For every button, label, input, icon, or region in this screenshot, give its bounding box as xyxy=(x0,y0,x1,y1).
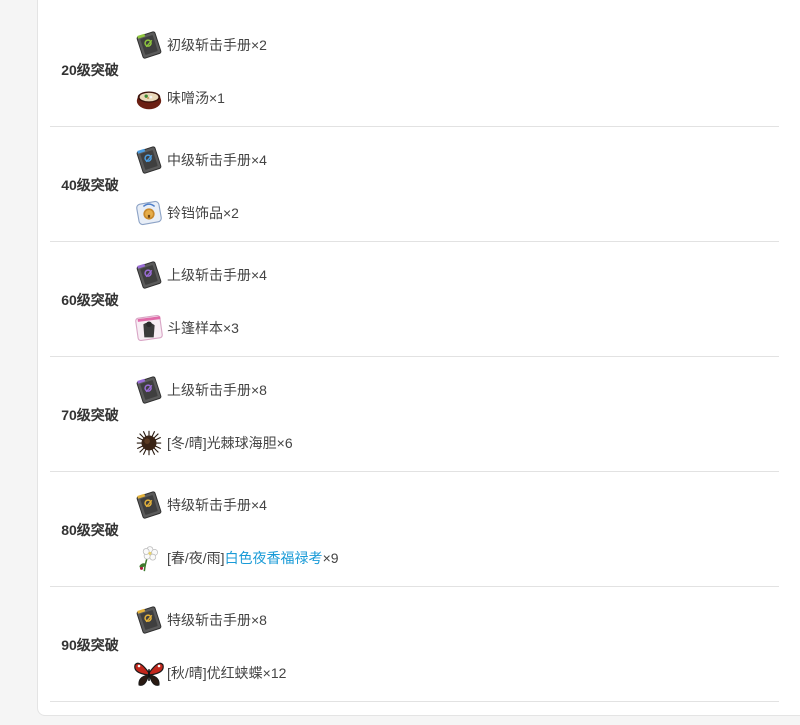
table-row: 80级突破 特级斩击手册×4 [春/夜/雨] 白色夜香福禄考 ×9 xyxy=(50,472,779,587)
ascension-level-label: 70级突破 xyxy=(61,406,119,423)
sea-urchin-icon xyxy=(133,427,165,459)
table-row: 70级突破 上级斩击手册×8 [冬/晴]光棘球海胆×6 xyxy=(50,357,779,472)
special-blade-manual-icon xyxy=(133,604,165,636)
material-wiki-link[interactable]: 白色夜香福禄考 xyxy=(225,548,323,568)
material-item[interactable]: 初级斩击手册×2 xyxy=(133,28,267,62)
material-list: 初级斩击手册×2 味噌汤×1 xyxy=(133,12,779,127)
material-name: 铃铛饰品×2 xyxy=(167,205,239,221)
ascension-level-label: 20级突破 xyxy=(61,61,119,78)
ascension-level-label: 90级突破 xyxy=(61,636,119,653)
table-row: 90级突破 特级斩击手册×8 [秋/晴]优红蛱蝶×12 xyxy=(50,587,779,702)
material-name: [秋/晴]优红蛱蝶×12 xyxy=(167,665,287,681)
material-item[interactable]: 特级斩击手册×8 xyxy=(133,603,267,637)
material-item[interactable]: 上级斩击手册×8 xyxy=(133,373,267,407)
ascension-level-label: 80级突破 xyxy=(61,521,119,538)
advanced-blade-manual-icon xyxy=(133,374,165,406)
material-item[interactable]: [秋/晴]优红蛱蝶×12 xyxy=(133,656,286,690)
material-name: 特级斩击手册×8 xyxy=(167,612,267,628)
material-quantity: ×9 xyxy=(322,550,339,566)
bell-ornament-icon xyxy=(133,197,165,229)
material-name: 味噌汤×1 xyxy=(167,90,225,106)
material-item[interactable]: 味噌汤×1 xyxy=(133,81,225,115)
ascension-level-label: 60级突破 xyxy=(61,291,119,308)
material-name: 上级斩击手册×4 xyxy=(167,267,267,283)
advanced-blade-manual-icon xyxy=(133,259,165,291)
table-row: 20级突破 初级斩击手册×2 味噌汤×1 xyxy=(50,12,779,127)
material-item[interactable]: 中级斩击手册×4 xyxy=(133,143,267,177)
material-name: 初级斩击手册×2 xyxy=(167,37,267,53)
ascension-materials-table: 20级突破 初级斩击手册×2 味噌汤×1 40级突破 中级斩击手册×4 铃铛饰品… xyxy=(50,12,779,702)
material-name-prefix: [春/夜/雨] xyxy=(167,550,225,566)
material-list: 上级斩击手册×8 [冬/晴]光棘球海胆×6 xyxy=(133,357,779,472)
butterfly-icon xyxy=(133,657,165,689)
material-list: 特级斩击手册×8 [秋/晴]优红蛱蝶×12 xyxy=(133,587,779,702)
material-item[interactable]: 上级斩击手册×4 xyxy=(133,258,267,292)
material-name: 中级斩击手册×4 xyxy=(167,152,267,168)
beginner-blade-manual-icon xyxy=(133,29,165,61)
material-list: 上级斩击手册×4 斗篷样本×3 xyxy=(133,242,779,357)
material-item[interactable]: [冬/晴]光棘球海胆×6 xyxy=(133,426,293,460)
material-name: 特级斩击手册×4 xyxy=(167,497,267,513)
cloak-sample-icon xyxy=(133,312,165,344)
white-flower-icon xyxy=(133,542,165,574)
ascension-level-label: 40级突破 xyxy=(61,176,119,193)
material-item[interactable]: 特级斩击手册×4 xyxy=(133,488,267,522)
table-row: 60级突破 上级斩击手册×4 斗篷样本×3 xyxy=(50,242,779,357)
material-name: 上级斩击手册×8 xyxy=(167,382,267,398)
intermediate-blade-manual-icon xyxy=(133,144,165,176)
material-item[interactable]: 铃铛饰品×2 xyxy=(133,196,239,230)
miso-soup-icon xyxy=(133,82,165,114)
special-blade-manual-icon xyxy=(133,489,165,521)
material-list: 中级斩击手册×4 铃铛饰品×2 xyxy=(133,127,779,242)
material-list: 特级斩击手册×4 [春/夜/雨] 白色夜香福禄考 ×9 xyxy=(133,472,779,587)
material-name: [冬/晴]光棘球海胆×6 xyxy=(167,435,293,451)
material-name: 斗篷样本×3 xyxy=(167,320,239,336)
material-item[interactable]: 斗篷样本×3 xyxy=(133,311,239,345)
table-row: 40级突破 中级斩击手册×4 铃铛饰品×2 xyxy=(50,127,779,242)
material-item[interactable]: [春/夜/雨] 白色夜香福禄考 ×9 xyxy=(133,541,339,575)
